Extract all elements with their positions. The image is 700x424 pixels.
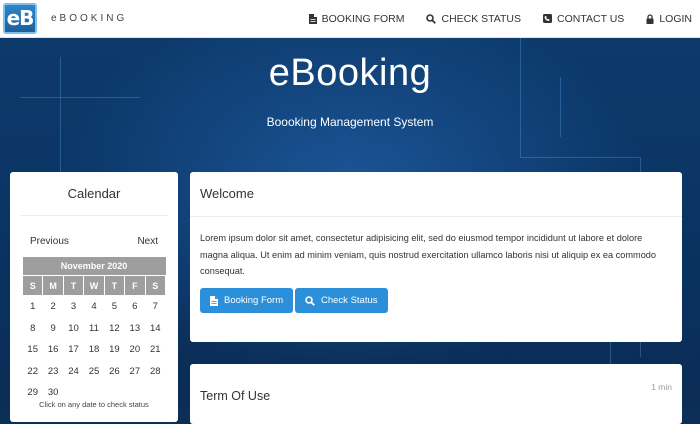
calendar-day[interactable]: 8 bbox=[23, 318, 43, 340]
weekday-label: M bbox=[42, 275, 64, 296]
hero-title: eBooking bbox=[268, 52, 432, 94]
calendar-day[interactable]: 27 bbox=[125, 361, 145, 383]
calendar-day[interactable]: 17 bbox=[63, 339, 83, 361]
calendar-month: November 2020 bbox=[22, 257, 166, 276]
nav-login[interactable]: LOGIN bbox=[646, 13, 692, 25]
calendar-week: 8 9 10 11 12 13 14 bbox=[23, 318, 166, 340]
calendar-nav: Previous Next bbox=[10, 236, 178, 247]
calendar-day[interactable]: 24 bbox=[63, 361, 83, 383]
calendar-day[interactable]: 4 bbox=[84, 296, 104, 318]
calendar-day[interactable]: 13 bbox=[125, 318, 145, 340]
calendar-day[interactable]: 16 bbox=[43, 339, 63, 361]
calendar-day[interactable]: 10 bbox=[63, 318, 83, 340]
calendar-day[interactable]: 2 bbox=[43, 296, 63, 318]
calendar-day[interactable]: 1 bbox=[23, 296, 43, 318]
nav-booking-form-label: BOOKING FORM bbox=[321, 12, 405, 25]
calendar-week: 15 16 17 18 19 20 21 bbox=[23, 339, 166, 361]
lock-icon bbox=[646, 13, 654, 24]
calendar-week: 22 23 24 25 26 27 28 bbox=[23, 361, 166, 383]
check-status-button-label: Check Status bbox=[321, 295, 378, 306]
welcome-body: Lorem ipsum dolor sit amet, consectetur … bbox=[200, 233, 657, 276]
calendar-day[interactable]: 5 bbox=[104, 296, 124, 318]
top-navbar: eB eBOOKING BOOKING FORM CHECK STATUS CO… bbox=[0, 0, 700, 38]
calendar-day[interactable]: 21 bbox=[145, 339, 165, 361]
search-icon bbox=[305, 295, 315, 306]
calendar-prev-button[interactable]: Previous bbox=[30, 236, 69, 247]
weekday-label: W bbox=[83, 275, 105, 296]
calendar-grid: November 2020 S M T W T F S 1 2 3 4 5 6 … bbox=[21, 257, 167, 404]
calendar-day[interactable]: 18 bbox=[84, 339, 104, 361]
file-icon bbox=[210, 295, 218, 306]
calendar-card: Calendar Previous Next November 2020 S M… bbox=[10, 172, 178, 422]
file-icon bbox=[308, 13, 317, 24]
calendar-day[interactable]: 26 bbox=[104, 361, 124, 383]
nav-booking-form[interactable]: BOOKING FORM bbox=[308, 12, 405, 25]
weekday-label: F bbox=[124, 275, 146, 296]
weekday-label: S bbox=[21, 275, 44, 296]
logo[interactable]: eB bbox=[3, 3, 37, 34]
nav-links: BOOKING FORM CHECK STATUS CONTACT US LOG… bbox=[287, 0, 692, 37]
welcome-divider bbox=[190, 216, 682, 217]
calendar-divider bbox=[20, 215, 168, 216]
calendar-day[interactable]: 25 bbox=[84, 361, 104, 383]
calendar-title: Calendar bbox=[67, 186, 121, 201]
welcome-title: Welcome bbox=[200, 186, 254, 201]
welcome-card: Welcome Lorem ipsum dolor sit amet, cons… bbox=[190, 172, 682, 342]
weekday-label: T bbox=[103, 275, 126, 296]
calendar-day[interactable]: 7 bbox=[145, 296, 165, 318]
calendar-day[interactable]: 11 bbox=[84, 318, 104, 340]
calendar-day[interactable]: 6 bbox=[125, 296, 145, 318]
phone-icon bbox=[543, 14, 553, 23]
brand-name[interactable]: eBOOKING bbox=[51, 13, 127, 24]
booking-form-button-label: Booking Form bbox=[224, 295, 284, 306]
nav-login-label: LOGIN bbox=[659, 12, 692, 25]
calendar-day[interactable]: 9 bbox=[43, 318, 63, 340]
hero-subtitle: Boooking Management System bbox=[266, 115, 434, 129]
calendar-next-button[interactable]: Next bbox=[137, 236, 158, 247]
calendar-day[interactable]: 28 bbox=[145, 361, 165, 383]
booking-form-button[interactable]: Booking Form bbox=[200, 288, 294, 313]
terms-title: Term Of Use bbox=[200, 389, 271, 403]
calendar-weekday-row: S M T W T F S bbox=[21, 275, 167, 296]
calendar-day[interactable]: 22 bbox=[23, 361, 43, 383]
nav-contact-us[interactable]: CONTACT US bbox=[543, 13, 624, 25]
terms-read-time: 1 min bbox=[651, 382, 672, 392]
nav-check-status[interactable]: CHECK STATUS bbox=[426, 13, 521, 25]
terms-card: Term Of Use 1 min bbox=[190, 364, 682, 424]
calendar-day[interactable]: 12 bbox=[104, 318, 124, 340]
calendar-day[interactable]: 14 bbox=[145, 318, 165, 340]
calendar-day[interactable]: 19 bbox=[104, 339, 124, 361]
weekday-label: S bbox=[144, 275, 167, 296]
nav-contact-us-label: CONTACT US bbox=[557, 12, 625, 25]
search-icon bbox=[426, 13, 437, 24]
check-status-button[interactable]: Check Status bbox=[295, 288, 388, 313]
calendar-day[interactable]: 23 bbox=[43, 361, 63, 383]
calendar-day[interactable]: 20 bbox=[125, 339, 145, 361]
weekday-label: T bbox=[62, 275, 85, 296]
calendar-day[interactable]: 3 bbox=[63, 296, 83, 318]
nav-check-status-label: CHECK STATUS bbox=[441, 12, 522, 25]
calendar-day[interactable]: 15 bbox=[23, 339, 43, 361]
calendar-week: 1 2 3 4 5 6 7 bbox=[23, 296, 166, 318]
